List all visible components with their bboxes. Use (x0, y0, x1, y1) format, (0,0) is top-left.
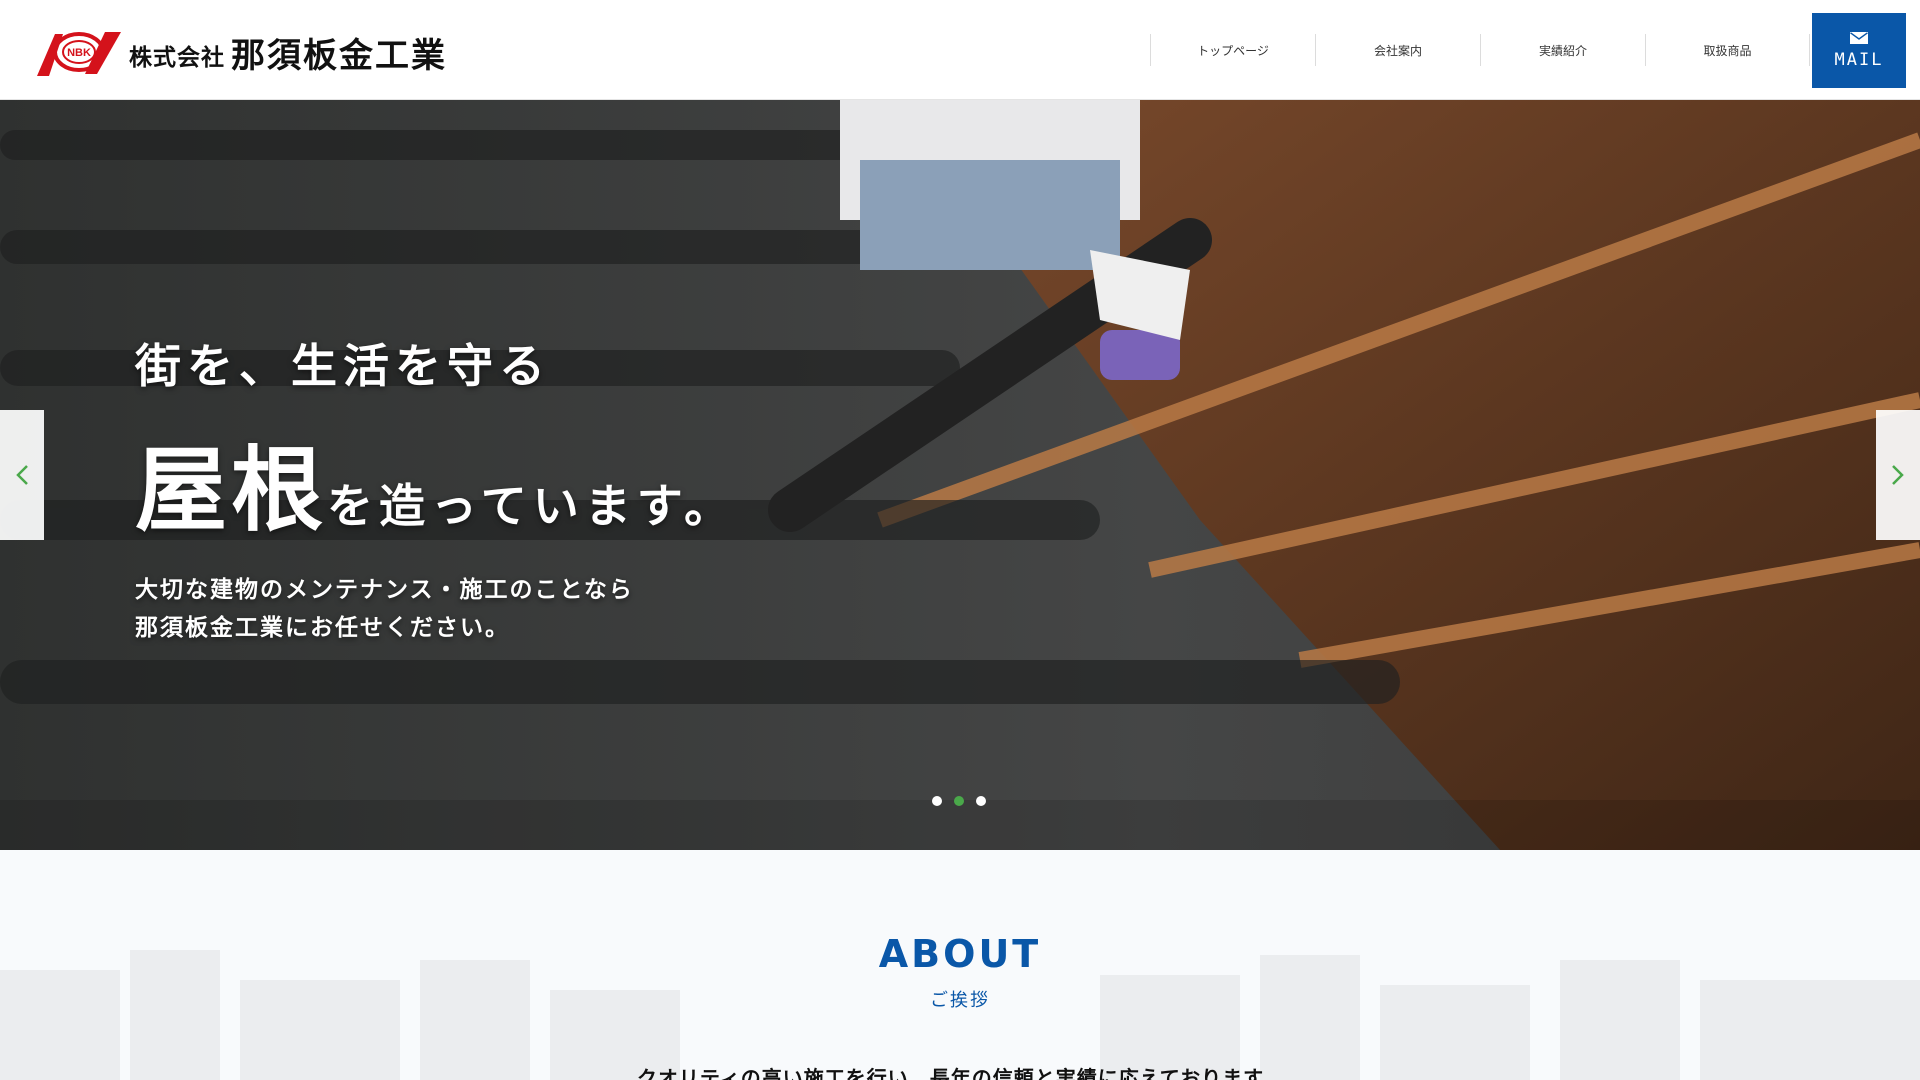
logo-company-name: 那須板金工業 (231, 35, 447, 76)
nav-item-top[interactable]: トップページ (1150, 34, 1315, 66)
about-lead-text: クオリティの高い施工を行い、長年の信頼と実績に応えております。 (636, 1066, 1284, 1080)
hero-description-line-2: 那須板金工業にお任せください。 (135, 614, 510, 641)
envelope-icon (1850, 31, 1868, 44)
slider-next-button[interactable] (1876, 410, 1920, 540)
about-subtitle: ご挨拶 (930, 990, 990, 1011)
chevron-left-icon (16, 465, 28, 485)
about-section: ABOUT ご挨拶 クオリティの高い施工を行い、長年の信頼と実績に応えております… (0, 850, 1920, 1080)
slider-dot-3[interactable] (976, 796, 986, 806)
hero-tagline: 街を、生活を守る (135, 339, 551, 393)
about-title: ABOUT (878, 932, 1042, 976)
main-nav: トップページ 会社案内 実績紹介 取扱商品 (1150, 34, 1810, 66)
nbk-emblem-icon: NBK (37, 32, 121, 76)
nav-item-company[interactable]: 会社案内 (1315, 34, 1480, 66)
slider-prev-button[interactable] (0, 410, 44, 540)
logo-company-type: 株式会社 (129, 44, 225, 71)
chevron-right-icon (1892, 465, 1904, 485)
mail-label: MAIL (1834, 49, 1884, 70)
hero-slider: 街を、生活を守る 屋根を造っています。 大切な建物のメンテナンス・施工のことなら… (0, 100, 1920, 850)
slider-dot-2[interactable] (954, 796, 964, 806)
site-logo[interactable]: NBK 株式会社 那須板金工業 (35, 26, 447, 78)
hero-headline: 屋根を造っています。 (135, 416, 736, 549)
nav-item-products[interactable]: 取扱商品 (1645, 34, 1810, 66)
slider-dot-1[interactable] (932, 796, 942, 806)
nav-item-works[interactable]: 実績紹介 (1480, 34, 1645, 66)
hero-headline-emphasis: 屋根 (135, 436, 328, 544)
logo-emblem-text: NBK (67, 47, 91, 59)
hero-headline-rest: を造っています。 (327, 479, 737, 533)
hero-description-line-1: 大切な建物のメンテナンス・施工のことなら (135, 576, 634, 603)
hero-description: 大切な建物のメンテナンス・施工のことなら 那須板金工業にお任せください。 (135, 571, 736, 647)
slider-pagination (932, 796, 986, 806)
hero-caption: 街を、生活を守る 屋根を造っています。 大切な建物のメンテナンス・施工のことなら… (135, 330, 736, 647)
site-header: NBK 株式会社 那須板金工業 トップページ 会社案内 実績紹介 取扱商品 MA… (0, 0, 1920, 100)
mail-button[interactable]: MAIL (1812, 13, 1906, 88)
